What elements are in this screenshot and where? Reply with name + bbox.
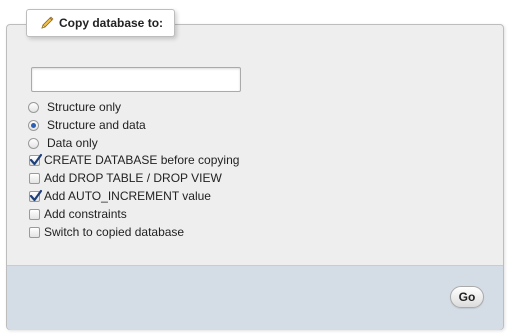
- option-add-auto-increment[interactable]: Add AUTO_INCREMENT value: [28, 188, 211, 204]
- checkbox[interactable]: [29, 208, 40, 220]
- option-add-drop-table[interactable]: Add DROP TABLE / DROP VIEW: [28, 170, 222, 186]
- radio-data-only[interactable]: Data only: [28, 135, 98, 151]
- checkbox-label: Switch to copied database: [44, 225, 185, 239]
- checkbox[interactable]: [29, 153, 43, 166]
- radio-button[interactable]: [28, 101, 39, 113]
- checkbox-label: Add AUTO_INCREMENT value: [44, 189, 211, 203]
- go-button[interactable]: Go: [450, 286, 484, 308]
- option-create-database[interactable]: CREATE DATABASE before copying: [28, 152, 239, 168]
- radio-structure-and-data[interactable]: Structure and data: [28, 117, 146, 133]
- checkbox[interactable]: [29, 226, 40, 238]
- checkbox[interactable]: [29, 189, 43, 202]
- radio-label: Structure only: [47, 100, 122, 114]
- radio-button[interactable]: [28, 119, 39, 131]
- panel-footer: [7, 265, 503, 330]
- option-add-constraints[interactable]: Add constraints: [28, 206, 127, 222]
- radio-label: Structure and data: [47, 118, 146, 132]
- option-switch-to-copied[interactable]: Switch to copied database: [28, 224, 184, 240]
- panel-legend: Copy database to:: [26, 9, 176, 37]
- radio-button[interactable]: [28, 137, 39, 149]
- checkmark-icon: [29, 189, 43, 201]
- checkbox-label: Add constraints: [44, 207, 127, 221]
- radio-structure-only[interactable]: Structure only: [28, 99, 121, 115]
- pencil-icon: [39, 15, 55, 31]
- panel-title: Copy database to:: [59, 16, 164, 30]
- checkbox[interactable]: [29, 172, 40, 184]
- checkbox-label: CREATE DATABASE before copying: [44, 153, 240, 167]
- checkmark-icon: [29, 153, 43, 165]
- new-database-name-input[interactable]: [31, 67, 241, 92]
- radio-label: Data only: [47, 136, 98, 150]
- checkbox-label: Add DROP TABLE / DROP VIEW: [44, 171, 222, 185]
